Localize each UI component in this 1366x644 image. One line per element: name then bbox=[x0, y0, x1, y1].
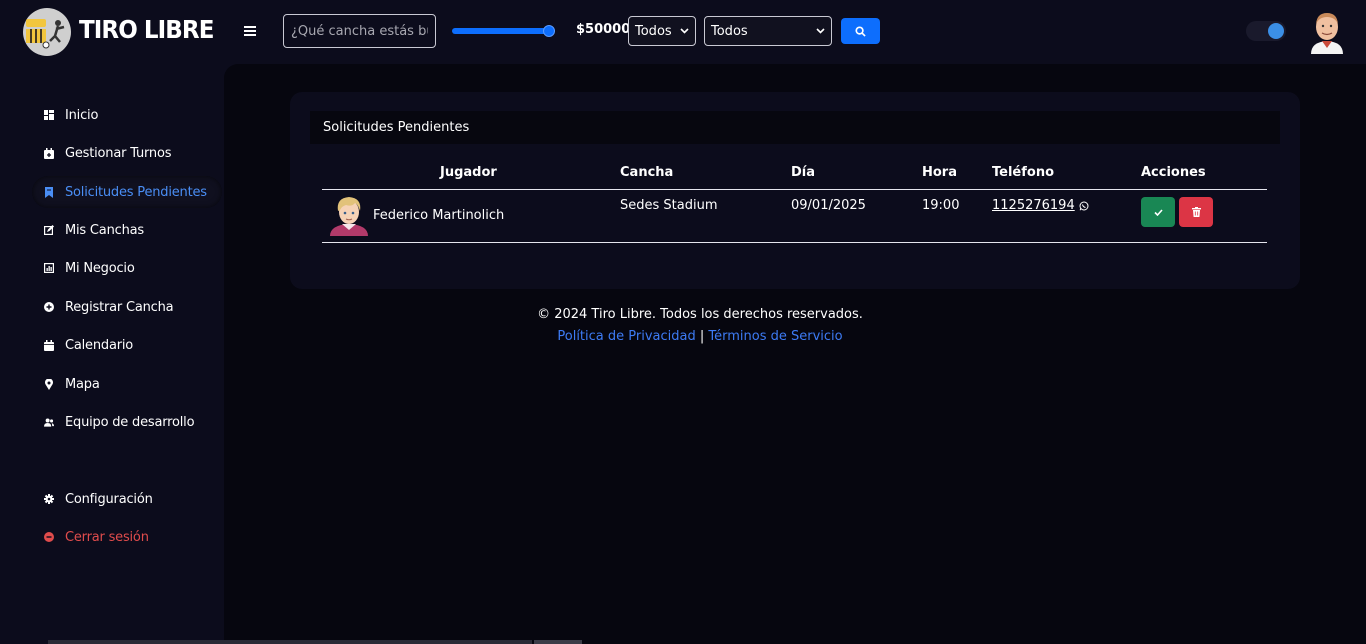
phone-cell: 1125276194 bbox=[992, 198, 1089, 213]
sidebar-item-label: Mapa bbox=[65, 376, 100, 392]
table-row-divider bbox=[322, 242, 1267, 243]
gear-icon bbox=[44, 494, 54, 504]
sidebar-item-label: Mi Negocio bbox=[65, 260, 135, 276]
search-button[interactable] bbox=[841, 18, 880, 44]
bookmark-icon bbox=[44, 186, 54, 198]
trash-icon bbox=[1191, 207, 1201, 217]
sidebar-item-configuracion[interactable]: Configuración bbox=[32, 483, 222, 515]
sidebar-item-mis-canchas[interactable]: Mis Canchas bbox=[32, 214, 222, 246]
sidebar-item-label: Mis Canchas bbox=[65, 222, 144, 238]
edit-icon bbox=[44, 225, 54, 235]
price-slider-thumb[interactable] bbox=[543, 25, 555, 37]
price-slider[interactable] bbox=[452, 25, 555, 37]
sidebar-item-label: Configuración bbox=[65, 491, 153, 507]
player-avatar bbox=[330, 197, 368, 236]
plus-circle-icon bbox=[44, 302, 54, 312]
filter-select-2[interactable]: Todos bbox=[704, 16, 832, 46]
theme-toggle[interactable] bbox=[1246, 21, 1286, 41]
logout-icon bbox=[44, 532, 54, 542]
column-header-cancha: Cancha bbox=[620, 165, 674, 180]
column-header-hora: Hora bbox=[922, 165, 957, 180]
sidebar: Inicio Gestionar Turnos Solicitudes Pend… bbox=[0, 64, 224, 644]
price-slider-track bbox=[452, 28, 555, 34]
footer-copyright: © 2024 Tiro Libre. Todos los derechos re… bbox=[537, 307, 863, 322]
chevron-down-icon bbox=[680, 26, 689, 37]
chevron-down-icon bbox=[816, 26, 825, 37]
top-navbar: TIRO LIBRE $50000 Todos Todos bbox=[0, 0, 1366, 64]
sidebar-item-mi-negocio[interactable]: Mi Negocio bbox=[32, 252, 222, 284]
sidebar-item-inicio[interactable]: Inicio bbox=[32, 99, 222, 131]
price-value: $50000 bbox=[576, 22, 631, 37]
sidebar-item-label: Cerrar sesión bbox=[65, 529, 149, 545]
user-avatar[interactable] bbox=[1305, 8, 1349, 54]
column-header-jugador: Jugador bbox=[440, 165, 497, 180]
player-name: Federico Martinolich bbox=[373, 208, 505, 223]
request-date: 09/01/2025 bbox=[791, 198, 866, 213]
chart-icon bbox=[44, 263, 54, 273]
filter-select-2-value: Todos bbox=[711, 23, 748, 39]
horizontal-scrollbar-thumb[interactable] bbox=[534, 640, 582, 644]
accept-request-button[interactable] bbox=[1141, 197, 1175, 227]
calendar-plus-icon bbox=[44, 147, 54, 159]
map-pin-icon bbox=[44, 378, 54, 390]
sidebar-item-label: Equipo de desarrollo bbox=[65, 414, 195, 430]
calendar-icon bbox=[44, 339, 54, 351]
horizontal-scrollbar-track[interactable] bbox=[48, 640, 532, 644]
court-name: Sedes Stadium bbox=[620, 198, 718, 213]
sidebar-item-label: Gestionar Turnos bbox=[65, 145, 172, 161]
delete-request-button[interactable] bbox=[1179, 197, 1213, 227]
theme-toggle-knob bbox=[1268, 23, 1284, 39]
sidebar-item-gestionar-turnos[interactable]: Gestionar Turnos bbox=[32, 137, 222, 169]
privacy-policy-link[interactable]: Política de Privacidad bbox=[557, 329, 695, 344]
search-icon bbox=[855, 25, 866, 37]
sidebar-item-mapa[interactable]: Mapa bbox=[32, 368, 222, 400]
tiro-libre-logo[interactable] bbox=[20, 7, 74, 57]
main-content: Solicitudes Pendientes Jugador Cancha Dí… bbox=[224, 64, 1366, 644]
menu-toggle-icon[interactable] bbox=[242, 22, 258, 40]
column-header-dia: Día bbox=[791, 165, 816, 180]
filter-select-1-value: Todos bbox=[635, 23, 672, 39]
brand-name: TIRO LIBRE bbox=[79, 15, 214, 44]
dashboard-icon bbox=[44, 110, 54, 120]
check-icon bbox=[1153, 208, 1163, 216]
card-title: Solicitudes Pendientes bbox=[310, 111, 1280, 144]
table-header-divider bbox=[322, 189, 1267, 190]
request-time: 19:00 bbox=[922, 198, 960, 213]
column-header-telefono: Teléfono bbox=[992, 165, 1055, 180]
sidebar-item-label: Calendario bbox=[65, 337, 134, 353]
phone-link[interactable]: 1125276194 bbox=[992, 198, 1075, 213]
sidebar-item-label: Inicio bbox=[65, 107, 99, 123]
sidebar-item-solicitudes-pendientes[interactable]: Solicitudes Pendientes bbox=[32, 176, 222, 208]
column-header-acciones: Acciones bbox=[1141, 165, 1206, 180]
terms-of-service-link[interactable]: Términos de Servicio bbox=[708, 329, 842, 344]
whatsapp-icon[interactable] bbox=[1079, 201, 1089, 211]
sidebar-item-equipo-de-desarrollo[interactable]: Equipo de desarrollo bbox=[32, 406, 222, 438]
users-icon bbox=[44, 417, 54, 427]
footer-separator: | bbox=[699, 329, 705, 344]
pending-requests-card: Solicitudes Pendientes Jugador Cancha Dí… bbox=[290, 92, 1300, 289]
court-search-input[interactable] bbox=[283, 14, 436, 48]
sidebar-item-label: Solicitudes Pendientes bbox=[65, 184, 207, 200]
footer-links: Política de Privacidad | Términos de Ser… bbox=[129, 329, 1271, 344]
sidebar-item-cerrar-sesion[interactable]: Cerrar sesión bbox=[32, 521, 222, 553]
filter-select-1[interactable]: Todos bbox=[628, 16, 696, 46]
